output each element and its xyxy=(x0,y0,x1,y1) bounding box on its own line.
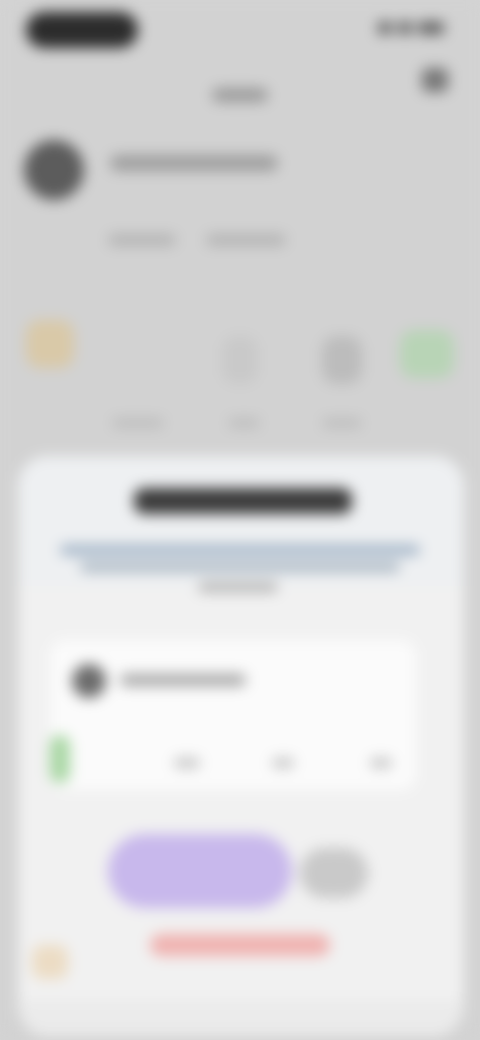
sheet-description-line xyxy=(80,562,400,572)
profile-name xyxy=(110,155,278,171)
blurred-screen xyxy=(0,0,480,1040)
signal-icon xyxy=(378,22,392,34)
preview-avatar xyxy=(72,664,106,698)
preview-name xyxy=(120,674,246,686)
settings-icon[interactable] xyxy=(422,68,448,92)
profile-chip[interactable] xyxy=(108,234,176,246)
preview-card xyxy=(50,640,416,790)
profile-chip[interactable] xyxy=(206,234,286,246)
preview-item xyxy=(370,758,392,768)
wifi-icon xyxy=(398,22,412,34)
sheet-description xyxy=(60,545,420,555)
shortcut-tile[interactable] xyxy=(322,336,362,384)
shortcut-tile[interactable] xyxy=(26,320,74,368)
top-bar-title xyxy=(212,88,268,102)
shortcut-tile[interactable] xyxy=(222,336,258,384)
sheet-description-line xyxy=(198,582,278,592)
preview-item xyxy=(272,758,294,768)
shortcut-tile[interactable] xyxy=(400,330,454,378)
danger-link[interactable] xyxy=(150,934,330,956)
sheet-bottom-edge xyxy=(18,1000,464,1036)
secondary-button[interactable] xyxy=(300,848,368,898)
sheet-title xyxy=(134,488,352,514)
shortcut-label xyxy=(228,418,260,428)
bottom-left-icon xyxy=(32,945,68,979)
shortcut-label xyxy=(322,418,362,428)
shortcut-label xyxy=(112,418,164,428)
preview-item xyxy=(174,758,200,768)
profile-avatar[interactable] xyxy=(24,140,84,200)
primary-button[interactable] xyxy=(108,834,292,908)
status-bar-icons xyxy=(378,22,444,34)
preview-accent-bar xyxy=(50,735,70,783)
battery-icon xyxy=(418,22,444,34)
status-bar-time-pill xyxy=(26,12,138,48)
shortcut-row xyxy=(0,320,480,390)
